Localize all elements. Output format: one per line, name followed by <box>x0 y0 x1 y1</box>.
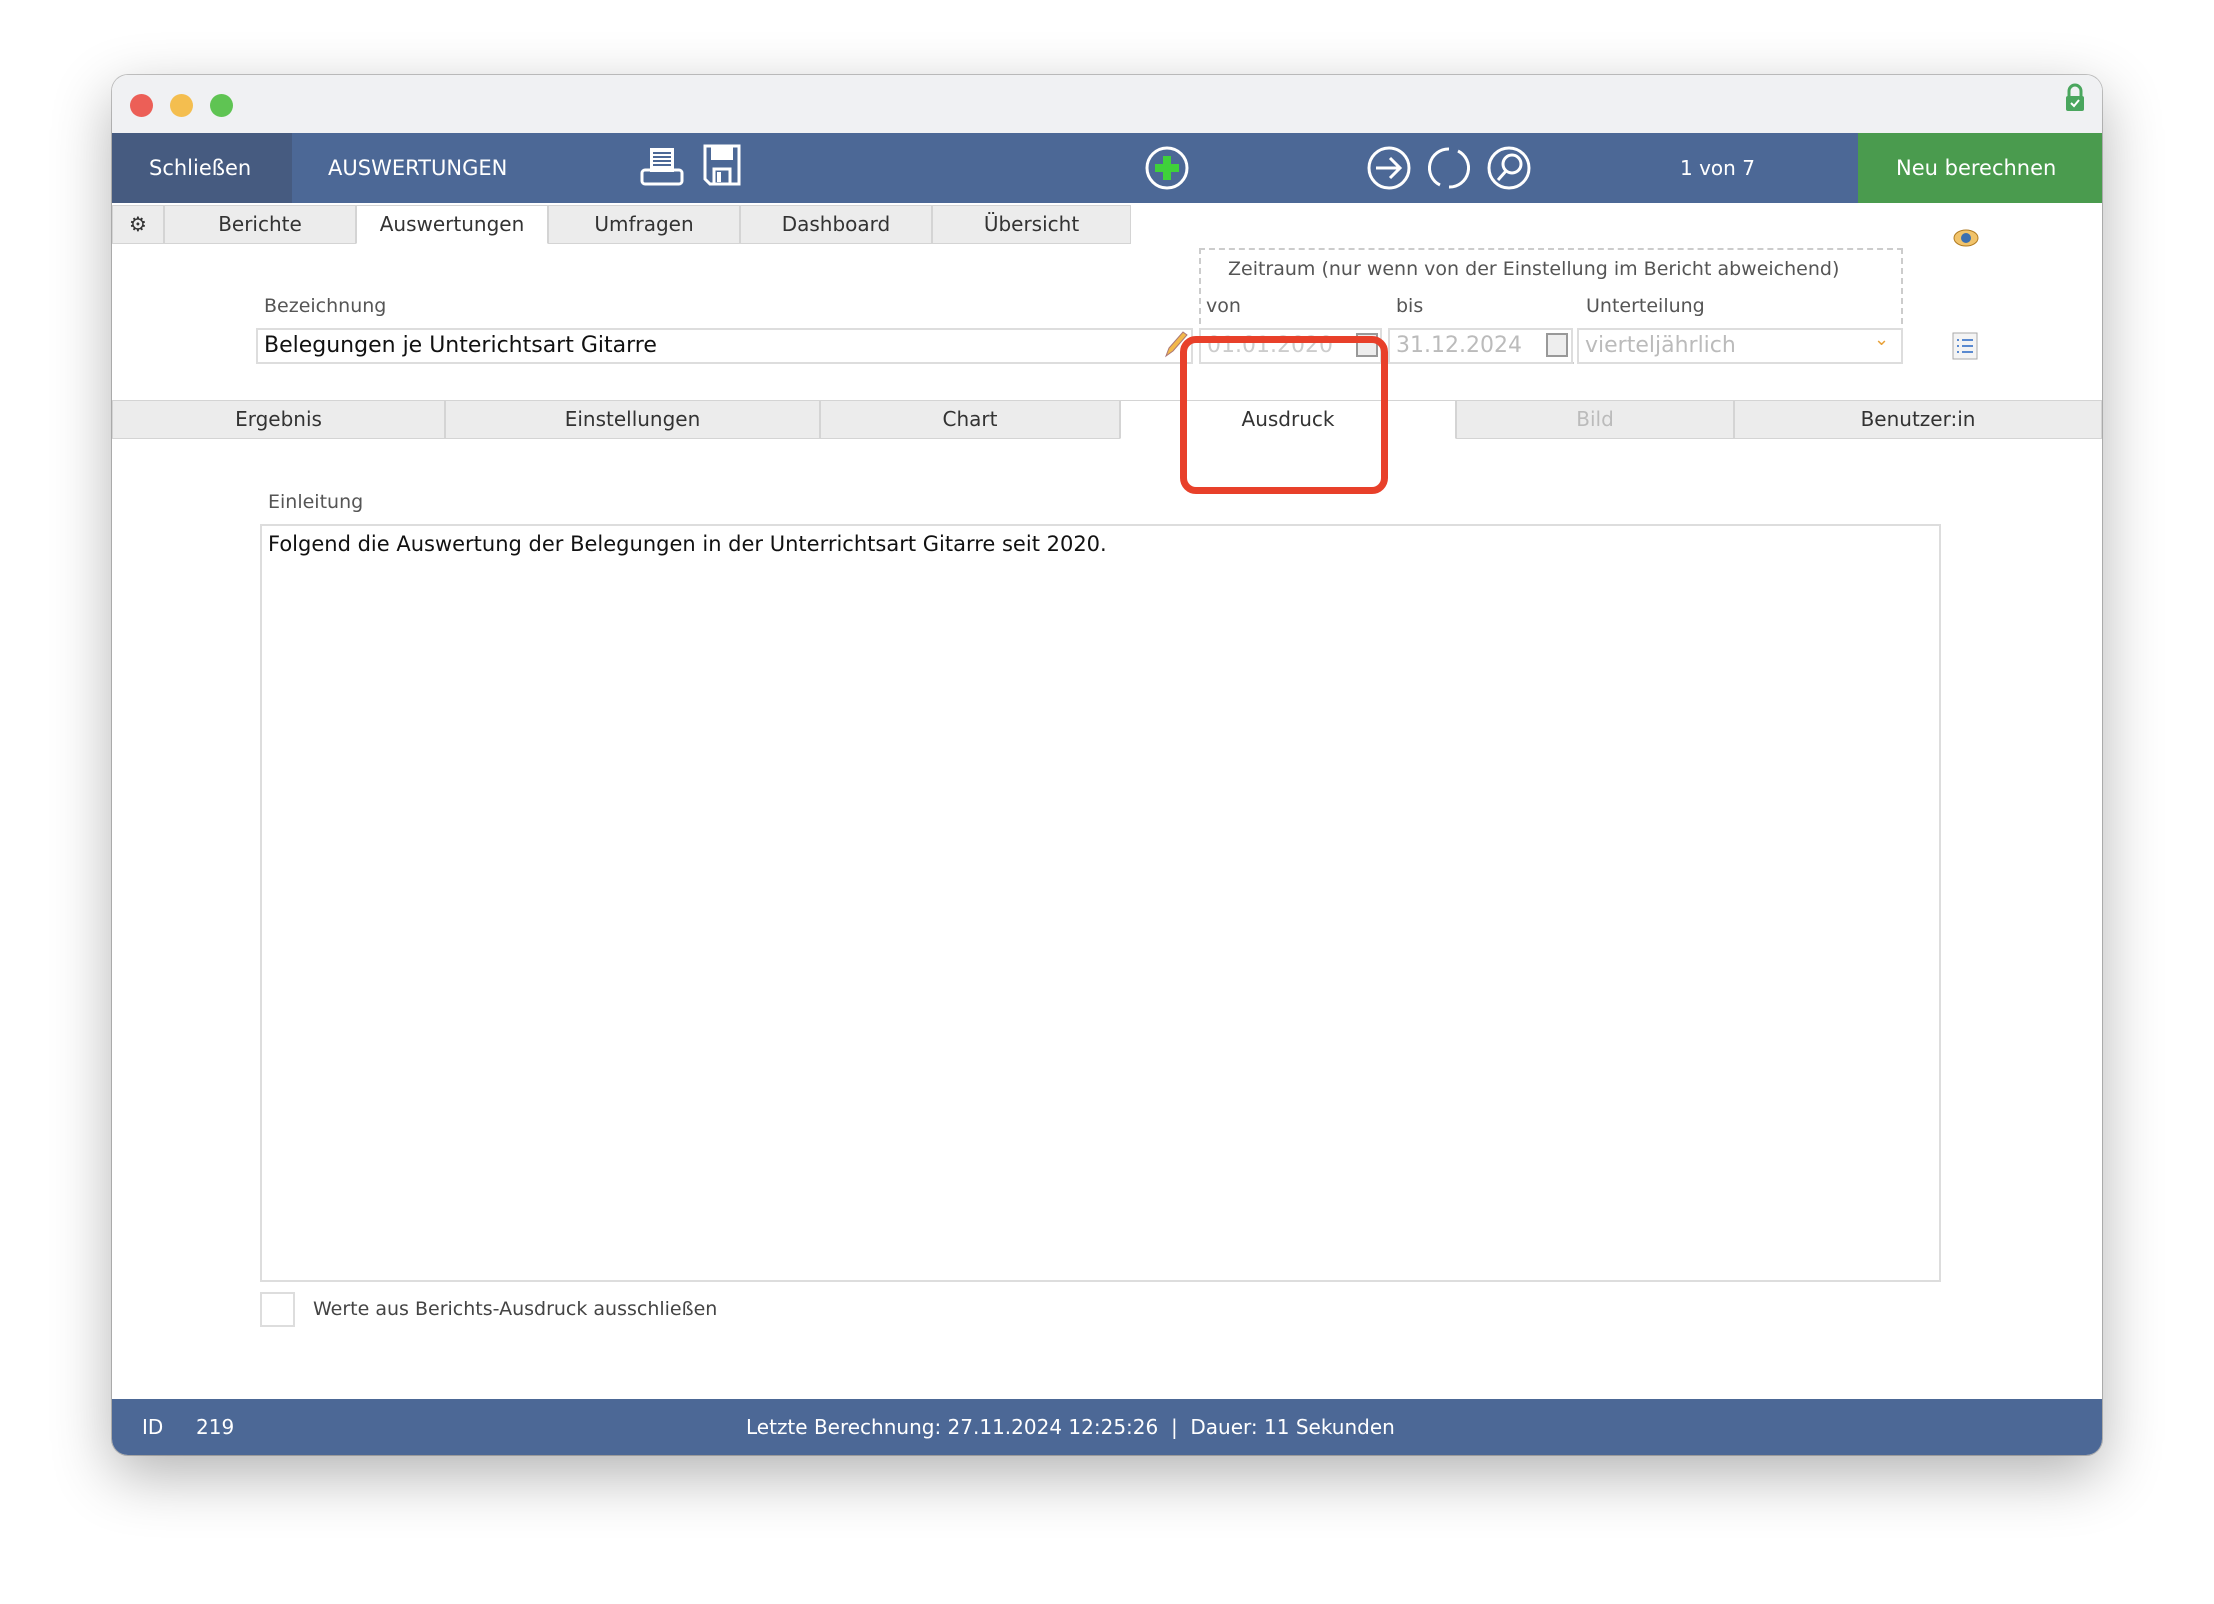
refresh-icon[interactable] <box>1426 145 1472 191</box>
name-label: Bezeichnung <box>264 295 387 317</box>
lock-icon <box>2066 83 2084 111</box>
division-select[interactable]: vierteljährlich <box>1577 328 1903 364</box>
tab-auswertungen[interactable]: Auswertungen <box>356 205 548 244</box>
tab-umfragen[interactable]: Umfragen <box>548 205 740 244</box>
tab-benutzer[interactable]: Benutzer:in <box>1734 400 2102 439</box>
to-label: bis <box>1396 295 1424 317</box>
tab-dashboard[interactable]: Dashboard <box>740 205 932 244</box>
tab-berichte[interactable]: Berichte <box>164 205 356 244</box>
record-pager: 1 von 7 <box>1680 156 1755 180</box>
division-value: vierteljährlich <box>1585 333 1736 358</box>
id-value: 219 <box>196 1415 235 1439</box>
status-bar: ID 219 Letzte Berechnung: 27.11.2024 12:… <box>112 1399 2102 1455</box>
to-date-value: 31.12.2024 <box>1396 333 1522 358</box>
module-title: AUSWERTUNGEN <box>328 156 508 180</box>
calendar-icon[interactable] <box>1546 333 1568 357</box>
id-label: ID <box>142 1415 164 1439</box>
exclude-checkbox[interactable] <box>260 1292 295 1327</box>
search-icon[interactable] <box>1486 145 1532 191</box>
name-input[interactable]: Belegungen je Unterichtsart Gitarre <box>256 328 1193 364</box>
intro-textarea[interactable]: Folgend die Auswertung der Belegungen in… <box>260 524 1941 1282</box>
calc-status: Letzte Berechnung: 27.11.2024 12:25:26 |… <box>746 1415 1395 1439</box>
recalculate-label: Neu berechnen <box>1896 156 2057 180</box>
tab-chart[interactable]: Chart <box>820 400 1120 439</box>
tab-einstellungen[interactable]: Einstellungen <box>445 400 820 439</box>
close-button-label: Schließen <box>149 156 252 180</box>
period-title: Zeitraum (nur wenn von der Einstellung i… <box>1228 258 1840 280</box>
highlight-box <box>1180 336 1388 494</box>
close-window-button[interactable] <box>130 94 153 117</box>
name-value: Belegungen je Unterichtsart Gitarre <box>264 333 657 358</box>
toolbar: Schließen AUSWERTUNGEN 1 von 7 Neu berec… <box>112 133 2102 203</box>
division-label: Unterteilung <box>1586 295 1705 317</box>
chevron-down-icon: ⌄ <box>1874 329 1890 350</box>
app-window: Schließen AUSWERTUNGEN 1 von 7 Neu berec… <box>112 75 2102 1455</box>
add-icon[interactable] <box>1144 145 1190 191</box>
exclude-label: Werte aus Berichts-Ausdruck ausschließen <box>313 1298 718 1320</box>
settings-gear-icon[interactable]: ⚙ <box>112 205 164 244</box>
from-label: von <box>1206 295 1241 317</box>
intro-text: Folgend die Auswertung der Belegungen in… <box>268 532 1107 556</box>
intro-label: Einleitung <box>268 491 364 513</box>
print-icon[interactable] <box>640 146 684 188</box>
list-icon[interactable] <box>1952 332 1978 360</box>
recalculate-button[interactable]: Neu berechnen <box>1858 133 2102 203</box>
zoom-window-button[interactable] <box>210 94 233 117</box>
tab-uebersicht[interactable]: Übersicht <box>932 205 1131 244</box>
eye-icon[interactable] <box>1952 227 1980 249</box>
tab-bild[interactable]: Bild <box>1456 400 1734 439</box>
minimize-window-button[interactable] <box>170 94 193 117</box>
title-bar <box>112 75 2102 133</box>
forward-icon[interactable] <box>1366 145 1412 191</box>
close-button[interactable]: Schließen <box>112 133 292 203</box>
save-icon[interactable] <box>702 143 742 187</box>
tab-ergebnis[interactable]: Ergebnis <box>112 400 445 439</box>
